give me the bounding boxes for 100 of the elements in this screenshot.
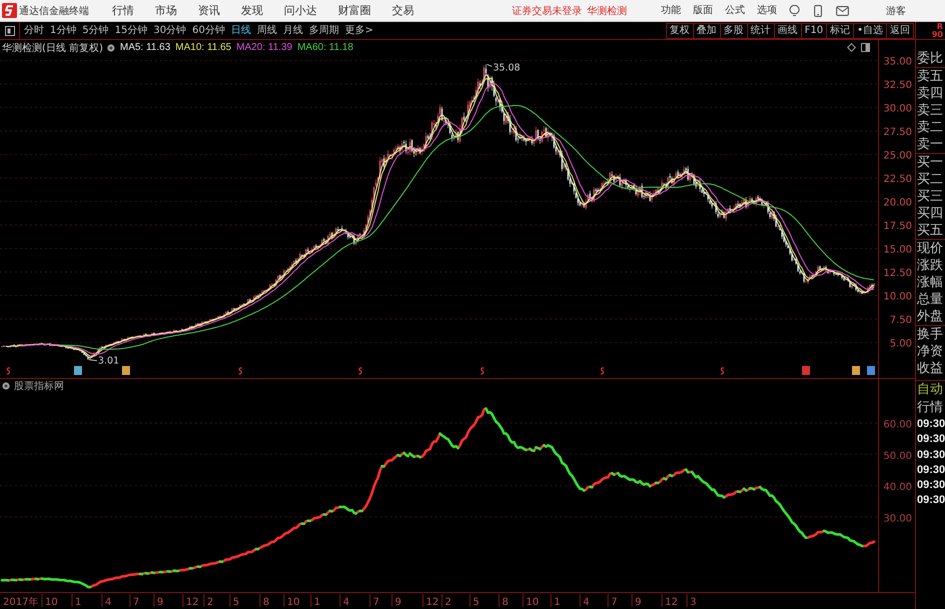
quote-field-label: 买三 [916,188,944,205]
action-menu-item[interactable]: 功能 [661,4,681,18]
period-tab[interactable]: 分时 [24,24,44,38]
price-axis-label: 32.50 [883,80,912,91]
price-axis-label: 5.00 [890,338,912,350]
toolbar-button[interactable]: 复权 [666,22,694,38]
menu-item[interactable]: 资讯 [198,2,220,18]
period-tab[interactable]: 月线 [282,24,303,38]
quote-field-label: 卖三 [916,102,944,119]
square-marker-icon[interactable] [122,366,130,375]
squiggle-marker-icon[interactable] [6,367,10,375]
price-axis-label: 35.00 [883,56,912,68]
time-axis-label: 3 [690,597,696,608]
period-tab[interactable]: 30分钟 [153,24,186,38]
price-axis-label: 7.50 [890,315,912,326]
toolbar-button[interactable]: F10 [800,22,828,38]
menu-item[interactable]: 财富圈 [338,2,371,18]
diamond-icon[interactable] [847,43,856,52]
squiggle-marker-icon[interactable] [600,367,604,375]
panel-toggle-icon[interactable] [4,26,14,36]
time-axis-label: 9 [157,597,164,608]
quote-tab[interactable]: 行情 [916,399,945,417]
trade-time: 09:30 [916,417,945,432]
mode-label[interactable]: 自动 [916,381,945,399]
lightbulb-icon[interactable] [789,4,800,16]
quote-field-label: 委比 [916,50,944,67]
quote-field-label: 卖一 [916,136,944,153]
period-tab[interactable]: 60分钟 [192,24,225,38]
quote-field-label: 净资 [916,343,944,360]
envelope-icon[interactable] [836,6,849,16]
period-tab[interactable]: 多周期 [308,24,339,38]
menu-item[interactable]: 交易 [392,2,414,18]
price-axis-label: 17.50 [883,221,912,232]
time-axis-label: 7 [373,597,380,608]
chart-title: 华测检测(日线 前复权) [2,42,103,54]
menu-item[interactable]: 市场 [155,2,177,18]
notice-link[interactable]: 华测检测 [587,4,627,18]
time-axis-label: 12 [665,597,678,608]
time-axis-label: 1 [554,597,560,608]
price-axis-label: 25.00 [883,150,912,162]
circle-icon[interactable] [106,44,115,52]
toolbar-button[interactable]: 返回 [886,22,914,38]
menu-item[interactable]: 发现 [241,2,263,18]
period-tab[interactable]: 更多> [344,24,374,38]
time-axis-label: 2 [207,597,214,608]
toolbar-button[interactable]: 标记 [826,22,854,38]
column-header-text: 90 [932,30,943,38]
menu-item[interactable]: 行情 [112,2,134,18]
square-marker-icon[interactable] [74,366,82,375]
toolbar-button[interactable]: 统计 [746,22,775,38]
price-axis-label: 30.00 [883,104,912,114]
square-marker-icon[interactable] [802,366,810,375]
time-axis-label: 9 [635,597,642,608]
time-axis-label: 7 [611,597,618,608]
time-axis-label: 7 [133,597,140,608]
phone-icon[interactable] [814,4,822,16]
action-menu-item[interactable]: 版面 [693,4,713,18]
squiggle-marker-icon[interactable] [720,367,724,375]
period-tab[interactable]: 5分钟 [82,24,109,38]
price-axis-label: 12.50 [883,268,912,279]
squiggle-marker-icon[interactable] [238,367,242,375]
square-icon[interactable] [861,43,870,52]
period-tab[interactable]: 日线 [230,24,251,38]
trade-time: 09:30 [916,462,945,478]
circle-icon[interactable] [2,382,10,390]
quote-field-label: 换手 [916,326,944,343]
notice-link[interactable]: 证券交易未登录 [512,4,582,18]
price-axis-label: 15.00 [883,244,912,256]
toolbar-button[interactable]: 叠加 [692,22,721,38]
quote-field-label: 涨跌 [916,257,944,274]
time-axis-label: 12 [186,597,199,608]
time-axis-label: 4 [105,597,112,608]
trade-time: 09:30 [916,448,945,463]
quote-field-label: 总量 [916,291,944,308]
quote-field-label: 卖四 [916,85,944,102]
menu-item[interactable]: 问小达 [284,2,317,18]
indicator-axis-label: 30.00 [883,513,912,524]
action-menu-item[interactable]: 公式 [725,4,745,18]
squiggle-marker-icon[interactable] [358,367,362,375]
period-tab[interactable]: 1分钟 [50,24,76,38]
trade-time: 09:30 [916,478,945,494]
square-marker-icon[interactable] [867,366,875,375]
time-axis-label: 5 [233,597,240,608]
leader-line [486,64,492,67]
quote-field-label: 买四 [916,205,944,222]
quote-field-label: 收益 [916,360,944,377]
toolbar-button[interactable]: 多股 [720,22,748,38]
high-price-label: 35.08 [493,62,520,74]
time-axis-label: 10 [45,597,58,608]
quote-field-label: 买五 [916,222,944,239]
trade-time: 09:30 [916,432,945,448]
toolbar-button[interactable]: •自选 [853,22,887,38]
square-marker-icon[interactable] [852,366,860,375]
guest-login-link[interactable]: 游客 [886,4,906,18]
period-tab[interactable]: 15分钟 [114,24,148,38]
moving-average-legend: MA10: 11.65 [175,42,232,53]
toolbar-button[interactable]: 画线 [774,22,802,38]
squiggle-marker-icon[interactable] [480,367,484,375]
action-menu-item[interactable]: 选项 [757,4,777,18]
period-tab[interactable]: 周线 [256,24,277,38]
